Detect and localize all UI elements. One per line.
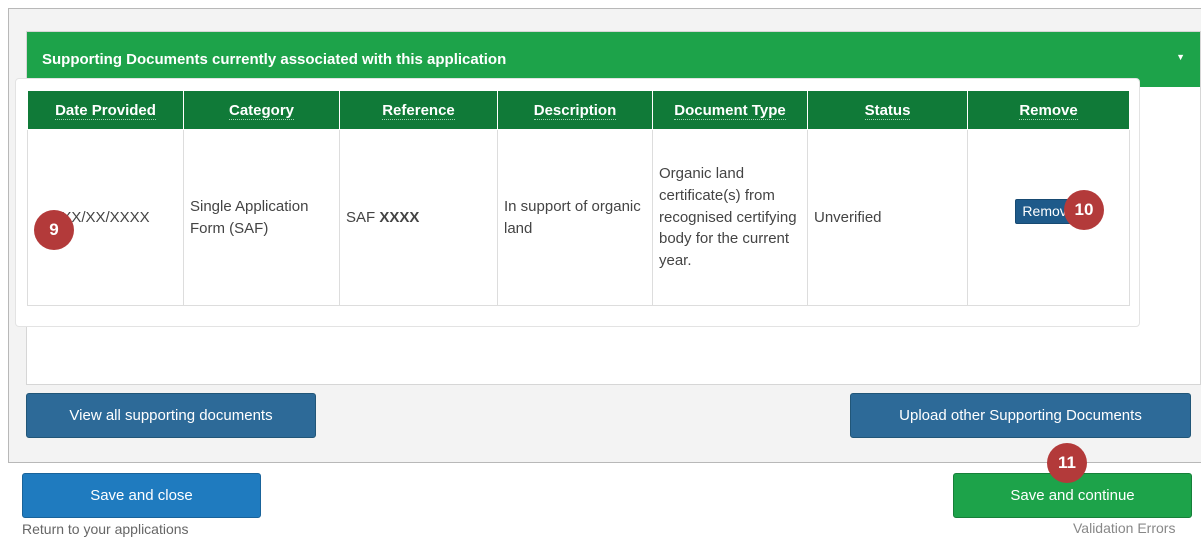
- header-date-provided[interactable]: Date Provided: [27, 90, 184, 130]
- header-description[interactable]: Description: [497, 90, 653, 130]
- annotation-badge-10: 10: [1064, 190, 1104, 230]
- cell-status: Unverified: [807, 129, 968, 306]
- panel-title: Supporting Documents currently associate…: [42, 51, 507, 68]
- view-all-documents-button[interactable]: View all supporting documents: [26, 393, 316, 438]
- table-header-row: Date Provided Category Reference Descrip…: [27, 90, 1130, 130]
- validation-errors-text: Validation Errors: [1073, 520, 1176, 536]
- header-category[interactable]: Category: [183, 90, 340, 130]
- annotation-badge-9: 9: [34, 210, 74, 250]
- cell-category: Single Application Form (SAF): [183, 129, 340, 306]
- upload-documents-button[interactable]: Upload other Supporting Documents: [850, 393, 1191, 438]
- cell-document-type[interactable]: Organic land certificate(s) from recogni…: [652, 129, 808, 306]
- header-document-type[interactable]: Document Type: [652, 90, 808, 130]
- cell-remove: Remove: [967, 129, 1130, 306]
- cell-reference: SAF XXXX: [339, 129, 498, 306]
- documents-table: Date Provided Category Reference Descrip…: [27, 90, 1130, 306]
- reference-prefix: SAF: [346, 208, 380, 226]
- header-remove[interactable]: Remove: [967, 90, 1130, 130]
- annotation-badge-11: 11: [1047, 443, 1087, 483]
- header-status[interactable]: Status: [807, 90, 968, 130]
- save-and-close-button[interactable]: Save and close: [22, 473, 261, 518]
- cell-description: In support of organic land: [497, 129, 653, 306]
- caret-down-icon[interactable]: ▼: [1176, 52, 1185, 62]
- header-reference[interactable]: Reference: [339, 90, 498, 130]
- reference-number: XXXX: [379, 208, 420, 226]
- return-to-applications-text: Return to your applications: [22, 521, 189, 537]
- table-row: XX/XX/XXXX Single Application Form (SAF)…: [27, 129, 1130, 306]
